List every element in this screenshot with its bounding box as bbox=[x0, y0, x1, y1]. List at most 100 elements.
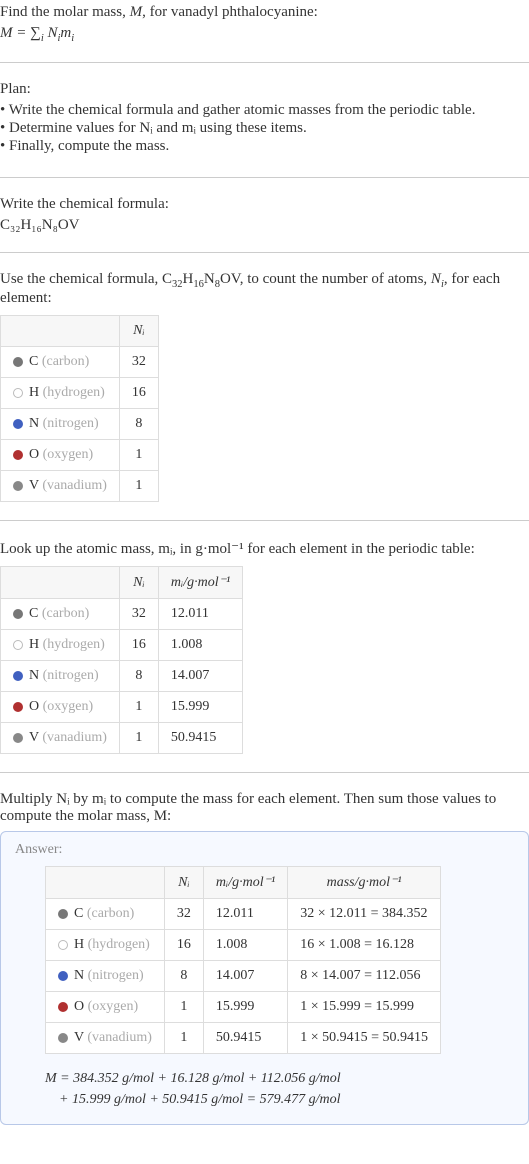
elem-sym: H bbox=[29, 637, 39, 652]
dot-icon bbox=[13, 640, 23, 650]
mi-cell: 14.007 bbox=[203, 961, 287, 992]
ni-cell: 1 bbox=[164, 992, 203, 1023]
formula-sum: M = ∑ bbox=[0, 25, 41, 41]
intro-n: N bbox=[204, 271, 215, 287]
header-section: Find the molar mass, M, for vanadyl phth… bbox=[0, 0, 529, 48]
elem-name: (oxygen) bbox=[88, 999, 139, 1014]
dot-icon bbox=[58, 940, 68, 950]
elem-sym: N bbox=[29, 668, 39, 683]
table-row: O (oxygen)1 bbox=[1, 440, 159, 471]
table-row: O (oxygen)115.9991 × 15.999 = 15.999 bbox=[46, 992, 441, 1023]
plan-title: Plan: bbox=[0, 81, 529, 98]
dot-icon bbox=[58, 1002, 68, 1012]
dot-icon bbox=[13, 419, 23, 429]
header-text: Find the molar mass, bbox=[0, 4, 130, 20]
mass-cell: 1 × 15.999 = 15.999 bbox=[288, 992, 441, 1023]
mi-cell: 15.999 bbox=[203, 992, 287, 1023]
th-ni: Nᵢ bbox=[119, 567, 158, 599]
sum-line-2: + 15.999 g/mol + 50.9415 g/mol = 579.477… bbox=[59, 1092, 341, 1107]
mass-cell: 32 × 12.011 = 384.352 bbox=[288, 899, 441, 930]
plan-item: • Determine values for Nᵢ and mᵢ using t… bbox=[0, 120, 529, 137]
elem-name: (oxygen) bbox=[43, 447, 94, 462]
mi-cell: 12.011 bbox=[158, 599, 242, 630]
mi-cell: 15.999 bbox=[158, 692, 242, 723]
mi-cell: 1.008 bbox=[203, 930, 287, 961]
table-row: C (carbon)3212.01132 × 12.011 = 384.352 bbox=[46, 899, 441, 930]
write-formula-section: Write the chemical formula: C₃₂H₁₆N₈OV bbox=[0, 192, 529, 238]
divider bbox=[0, 252, 529, 253]
atomic-mass-section: Look up the atomic mass, mᵢ, in g·mol⁻¹ … bbox=[0, 535, 529, 758]
mi-cell: 50.9415 bbox=[203, 1023, 287, 1054]
formula-m-sub: i bbox=[71, 33, 74, 44]
th-ni: Nᵢ bbox=[119, 316, 158, 347]
elem-sym: C bbox=[29, 354, 38, 369]
divider bbox=[0, 520, 529, 521]
elem-name: (hydrogen) bbox=[88, 937, 150, 952]
answer-label: Answer: bbox=[15, 842, 514, 858]
ni-cell: 32 bbox=[119, 347, 158, 378]
elem-name: (carbon) bbox=[42, 354, 89, 369]
ni-cell: 8 bbox=[164, 961, 203, 992]
ni-cell: 1 bbox=[119, 692, 158, 723]
elem-name: (hydrogen) bbox=[43, 637, 105, 652]
sub-c: 32 bbox=[172, 279, 183, 290]
dot-icon bbox=[13, 357, 23, 367]
elem-name: (nitrogen) bbox=[43, 416, 99, 431]
table-header-row: Nᵢ mᵢ/g·mol⁻¹ mass/g·mol⁻¹ bbox=[46, 867, 441, 899]
dot-icon bbox=[13, 671, 23, 681]
ni-cell: 8 bbox=[119, 661, 158, 692]
th-mi: mᵢ/g·mol⁻¹ bbox=[158, 567, 242, 599]
elem-sym: O bbox=[29, 699, 39, 714]
elem-name: (vanadium) bbox=[42, 730, 107, 745]
dot-icon bbox=[13, 733, 23, 743]
sum-line-1: M = 384.352 g/mol + 16.128 g/mol + 112.0… bbox=[45, 1071, 341, 1086]
dot-icon bbox=[13, 450, 23, 460]
count-atoms-table: Nᵢ C (carbon) 32 H (hydrogen)16 N (nitrog… bbox=[0, 315, 159, 502]
table-row: V (vanadium)1 bbox=[1, 471, 159, 502]
ni-cell: 16 bbox=[119, 630, 158, 661]
elem-name: (carbon) bbox=[42, 606, 89, 621]
formula-N: N bbox=[44, 25, 58, 41]
plan-list: • Write the chemical formula and gather … bbox=[0, 102, 529, 155]
elem-sym: V bbox=[29, 730, 39, 745]
dot-icon bbox=[13, 388, 23, 398]
table-header-row: Nᵢ mᵢ/g·mol⁻¹ bbox=[1, 567, 243, 599]
dot-icon bbox=[13, 702, 23, 712]
multiply-section: Multiply Nᵢ by mᵢ to compute the mass fo… bbox=[0, 787, 529, 1129]
table-row: N (nitrogen) 814.0078 × 14.007 = 112.056 bbox=[46, 961, 441, 992]
elem-sym: V bbox=[29, 478, 39, 493]
multiply-intro: Multiply Nᵢ by mᵢ to compute the mass fo… bbox=[0, 791, 529, 825]
dot-icon bbox=[13, 609, 23, 619]
ni-cell: 32 bbox=[119, 599, 158, 630]
elem-sym: C bbox=[74, 906, 83, 921]
write-formula-title: Write the chemical formula: bbox=[0, 196, 529, 213]
divider bbox=[0, 772, 529, 773]
elem-name: (vanadium) bbox=[42, 478, 107, 493]
ni-cell: 16 bbox=[119, 378, 158, 409]
th-blank bbox=[1, 316, 120, 347]
dot-icon bbox=[13, 481, 23, 491]
elem-sym: N bbox=[74, 968, 84, 983]
header-M: M bbox=[130, 4, 143, 20]
elem-sym: N bbox=[29, 416, 39, 431]
chemical-formula: C₃₂H₁₆N₈OV bbox=[0, 217, 529, 234]
ni-cell: 8 bbox=[119, 409, 158, 440]
table-row: V (vanadium)150.9415 bbox=[1, 723, 243, 754]
elem-name: (nitrogen) bbox=[43, 668, 99, 683]
intro-h: H bbox=[183, 271, 194, 287]
header-text2: , for vanadyl phthalocyanine: bbox=[142, 4, 318, 20]
mass-cell: 8 × 14.007 = 112.056 bbox=[288, 961, 441, 992]
sum-line: M = 384.352 g/mol + 16.128 g/mol + 112.0… bbox=[45, 1068, 514, 1110]
dot-icon bbox=[58, 971, 68, 981]
elem-sym: O bbox=[29, 447, 39, 462]
th-mi: mᵢ/g·mol⁻¹ bbox=[203, 867, 287, 899]
intro-Ni: N bbox=[431, 271, 441, 287]
table-row: N (nitrogen) 8 bbox=[1, 409, 159, 440]
elem-name: (nitrogen) bbox=[88, 968, 144, 983]
th-ni: Nᵢ bbox=[164, 867, 203, 899]
atomic-mass-table: Nᵢ mᵢ/g·mol⁻¹ C (carbon)3212.011 H (hydr… bbox=[0, 566, 243, 754]
formula-m: m bbox=[60, 25, 71, 41]
ni-cell: 32 bbox=[164, 899, 203, 930]
table-row: V (vanadium)150.94151 × 50.9415 = 50.941… bbox=[46, 1023, 441, 1054]
table-row: H (hydrogen)16 bbox=[1, 378, 159, 409]
